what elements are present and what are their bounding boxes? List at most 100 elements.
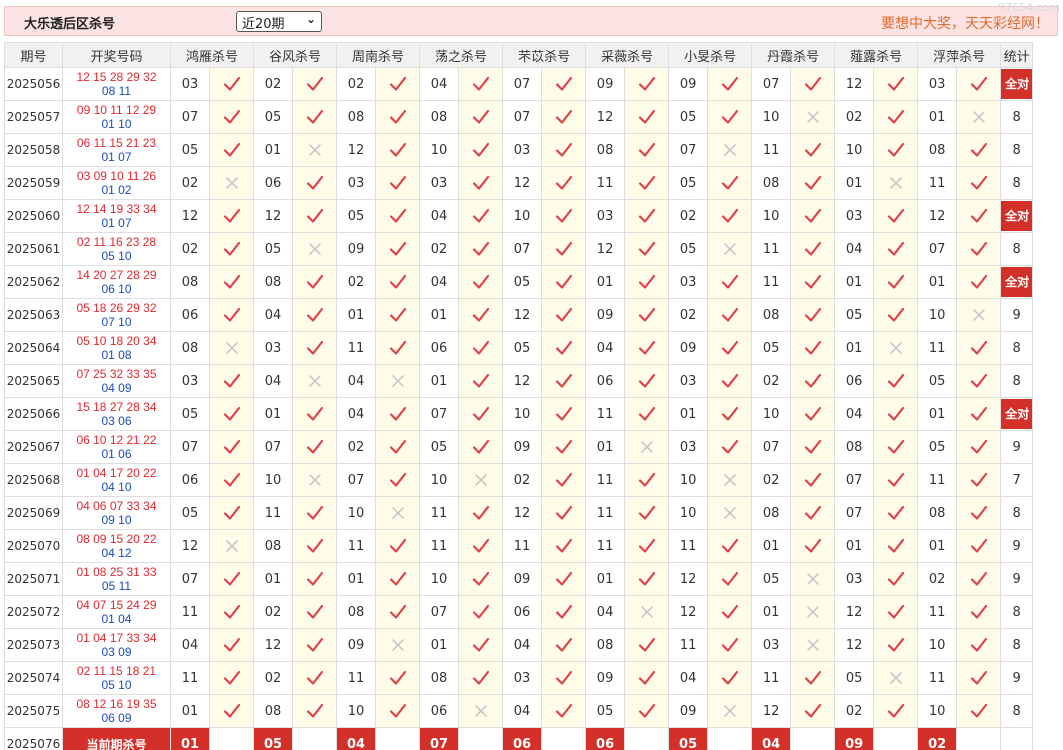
hit-count: 8 [1000,364,1034,398]
kill-number: 11 [751,232,792,266]
check-icon [790,364,836,398]
kill-number: 01 [253,562,294,596]
kill-number: 12 [834,628,875,662]
back-numbers: 05 11 [101,579,132,593]
back-numbers: 01 04 [101,612,132,626]
cross-icon [790,628,836,662]
draw-numbers: 07 25 32 33 35 04 09 [62,364,171,398]
promo-slogan[interactable]: 要想中大奖，天天彩经网！ [881,13,1049,33]
column-header: 统计 [1000,42,1034,68]
back-numbers: 09 10 [101,513,132,527]
kill-number: 11 [751,133,792,167]
check-icon [873,133,919,167]
kill-number: 08 [419,100,460,134]
check-icon [208,199,255,233]
kill-number: 05 [502,265,543,299]
kill-number: 01 [336,298,377,332]
column-header: 小旻杀号 [668,42,753,68]
kill-number: 05 [419,430,460,464]
check-icon [956,67,1002,101]
kill-number: 11 [585,529,626,563]
kill-number: 03 [170,364,210,398]
cross-icon [375,496,421,530]
check-icon [956,694,1002,728]
kill-number: 10 [834,133,875,167]
check-icon [292,397,338,431]
check-icon [624,265,670,299]
kill-number: 10 [419,463,460,497]
check-icon [624,562,670,596]
check-icon [375,298,421,332]
front-numbers: 12 14 19 33 34 [76,202,157,216]
kill-number: 01 [917,100,958,134]
check-icon [208,562,255,596]
check-icon [292,166,338,200]
kill-number: 11 [917,331,958,365]
kill-number: 11 [917,166,958,200]
check-icon [208,694,255,728]
check-icon [873,463,919,497]
table-row: 2025066 15 18 27 28 34 03 06 05 01 04 07 10 11 01… [4,397,1034,431]
check-icon [541,628,587,662]
column-header: 采薇杀号 [585,42,670,68]
check-icon [375,67,421,101]
check-icon [208,364,255,398]
column-header: 周南杀号 [336,42,421,68]
kill-number: 07 [253,430,294,464]
kill-number: 06 [419,331,460,365]
cross-icon [624,430,670,464]
check-icon [541,562,587,596]
period-select-value: 近20期 [242,17,285,32]
cross-icon [292,364,338,398]
draw-numbers: 02 11 15 18 21 05 10 [62,661,171,695]
period-select[interactable]: 近20期 ⌄ [236,11,322,32]
check-icon [873,265,919,299]
table-row: 2025068 01 04 17 20 22 04 10 06 10 07 10 02 11 10… [4,463,1034,497]
check-icon [956,232,1002,266]
kill-number: 01 [834,331,875,365]
draw-numbers: 06 10 12 21 22 01 06 [62,430,171,464]
check-icon [292,67,338,101]
kill-number: 11 [917,595,958,629]
current-kill-number: 05 [253,727,294,750]
kill-number: 12 [502,364,543,398]
column-header: 丹霞杀号 [751,42,836,68]
kill-number: 02 [834,694,875,728]
check-icon [873,496,919,530]
kill-number: 08 [170,331,210,365]
cross-icon [790,562,836,596]
back-numbers: 01 07 [101,150,132,164]
kill-number: 07 [419,595,460,629]
column-header: 浮萍杀号 [917,42,1002,68]
issue-number: 2025068 [4,463,63,497]
check-icon [458,628,504,662]
hit-count: 8 [1000,496,1034,530]
check-icon [790,397,836,431]
cross-icon [873,661,919,695]
kill-number: 10 [336,694,377,728]
current-period-row: 2025076 当前期杀号 01 05 04 07 06 06 05 04 09 02 [4,727,1034,750]
empty-cell [208,727,255,750]
check-icon [375,166,421,200]
kill-number: 10 [502,397,543,431]
hit-count: 全对 [1000,199,1034,233]
cross-icon [956,298,1002,332]
kill-number: 04 [336,364,377,398]
kill-number: 03 [336,166,377,200]
kill-number: 03 [668,364,709,398]
check-icon [208,265,255,299]
check-icon [624,463,670,497]
issue-number: 2025061 [4,232,63,266]
check-icon [541,397,587,431]
check-icon [873,430,919,464]
check-icon [541,298,587,332]
all-correct-badge: 全对 [1001,201,1034,231]
front-numbers: 04 07 15 24 29 [76,598,157,612]
kill-number: 07 [834,463,875,497]
hit-count: 9 [1000,430,1034,464]
kill-number: 01 [585,562,626,596]
front-numbers: 05 10 18 20 34 [76,334,157,348]
cross-icon [873,331,919,365]
kill-number: 11 [751,265,792,299]
all-correct-badge: 全对 [1001,399,1034,429]
